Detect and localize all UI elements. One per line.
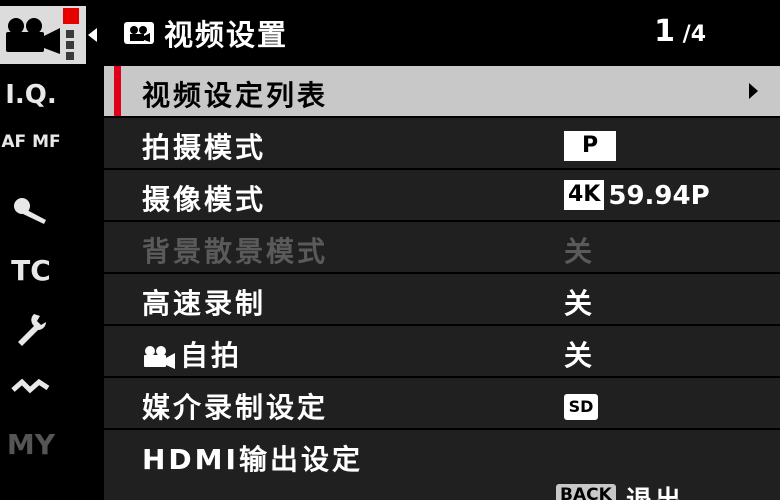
chevron-left-icon [88,28,97,42]
microphone-icon[interactable] [12,196,50,226]
back-label: 退出 [626,480,684,500]
frame-rate-value: 59.94P [608,181,710,211]
wrench-icon[interactable] [12,310,48,346]
active-indicator [63,8,79,24]
connection-icon[interactable] [10,374,52,398]
page-current: 1 [654,14,675,49]
sidebar-item-image-quality[interactable]: I.Q. [0,80,62,110]
sidebar-item-focus[interactable]: AF MF [0,134,62,151]
self-timer-label: 自拍 [180,339,243,372]
footer-bar: BACK 退出 [104,480,780,500]
menu-item-label: 视频设定列表 [142,79,329,112]
menu-item-value: 关 [564,235,593,268]
sidebar-item-timecode[interactable]: TC [0,254,62,287]
page-total: 4 [690,22,706,47]
menu-header: 视频设置 1 /4 [104,0,780,62]
page-title: 视频设置 [164,18,289,52]
movie-camera-icon [144,346,175,369]
menu-item-media-rec-setting[interactable]: 媒介录制设定 SD [104,378,780,428]
subpage-dots [66,30,74,63]
menu-item-hdmi-output[interactable]: HDMI输出设定 [104,430,780,480]
selection-bar [114,66,121,116]
menu-category-sidebar: I.Q. AF MF TC MY [0,0,97,500]
menu-item-video-settings-list[interactable]: 视频设定列表 [104,66,780,116]
menu-item-label: 拍摄模式 [142,131,267,164]
resolution-badge: 4K [564,180,605,210]
back-button[interactable]: BACK [556,484,616,500]
menu-item-label: 高速录制 [142,287,267,320]
menu-item-value: 关 [564,339,593,372]
settings-list: 视频设定列表 拍摄模式 P 摄像模式 4K 59.94P 背景散景模式 关 高速录… [104,66,780,482]
menu-item-label: HDMI输出设定 [142,443,363,476]
menu-item-shooting-mode[interactable]: 拍摄模式 P [104,118,780,168]
chevron-right-icon [749,83,758,99]
menu-item-high-speed-rec[interactable]: 高速录制 关 [104,274,780,324]
sd-card-icon: SD [564,394,598,420]
video-settings-icon [124,22,154,44]
menu-item-self-timer[interactable]: 自拍 关 [104,326,780,376]
menu-item-value: 关 [564,287,593,320]
menu-item-label: 摄像模式 [142,183,267,216]
movie-camera-icon [6,18,60,54]
menu-item-label: 背景散景模式 [142,235,329,268]
sidebar-item-my-menu[interactable]: MY [0,428,62,461]
menu-item-bokeh-mode: 背景散景模式 关 [104,222,780,272]
shooting-mode-badge: P [564,131,616,161]
menu-item-movie-mode[interactable]: 摄像模式 4K 59.94P [104,170,780,220]
menu-item-label: 自拍 [142,334,242,374]
menu-item-label: 媒介录制设定 [142,391,329,424]
page-indicator: 1 /4 [654,14,706,49]
